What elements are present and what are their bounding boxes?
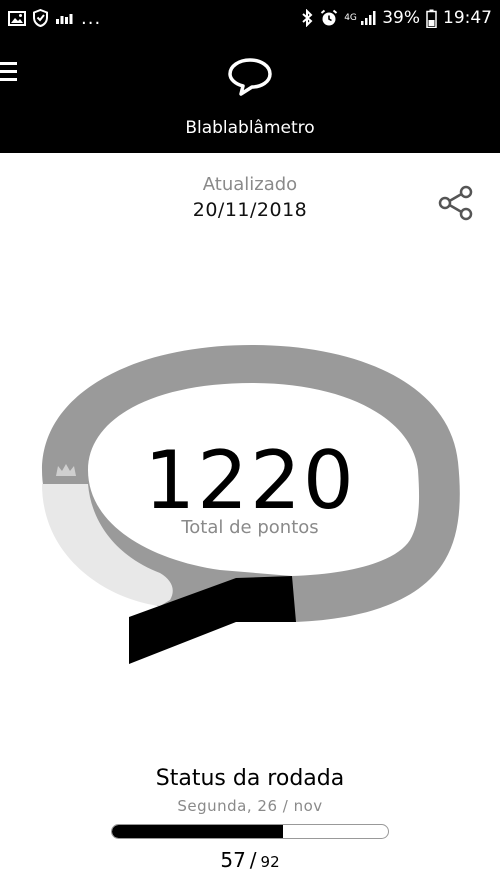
battery-icon [426, 9, 437, 28]
total-points: 1220 [144, 434, 356, 527]
menu-icon[interactable] [0, 60, 20, 84]
bluetooth-icon [302, 9, 313, 27]
signal-bars-icon [56, 14, 73, 24]
total-points-label: Total de pontos [181, 517, 319, 538]
round-progress-bar [111, 824, 389, 839]
battery-percentage: 39% [382, 8, 420, 28]
app-header: Blablablâmetro [0, 36, 500, 153]
share-icon[interactable] [437, 185, 475, 221]
round-max: 92 [260, 853, 280, 871]
updated-label: Atualizado [202, 174, 298, 195]
shield-icon [33, 9, 48, 27]
round-current: 57 [220, 848, 246, 872]
app-title: Blablablâmetro [185, 118, 315, 138]
round-status-title: Status da rodada [155, 766, 345, 791]
round-separator: / [249, 848, 257, 872]
cell-signal-icon [361, 11, 376, 25]
round-status-date: Segunda, 26 / nov [177, 797, 323, 815]
clock: 19:47 [443, 8, 492, 28]
round-progress-fill [112, 825, 284, 838]
round-counter: 57/92 [0, 848, 500, 872]
more-notifications-indicator: ... [81, 7, 102, 29]
network-type: 4G [344, 12, 357, 23]
status-bar: ... 4G 39% 19:47 [0, 0, 500, 36]
alarm-icon [321, 9, 338, 26]
updated-date: 20/11/2018 [192, 199, 308, 221]
speech-bubble-icon [228, 58, 272, 96]
image-icon [8, 10, 26, 26]
